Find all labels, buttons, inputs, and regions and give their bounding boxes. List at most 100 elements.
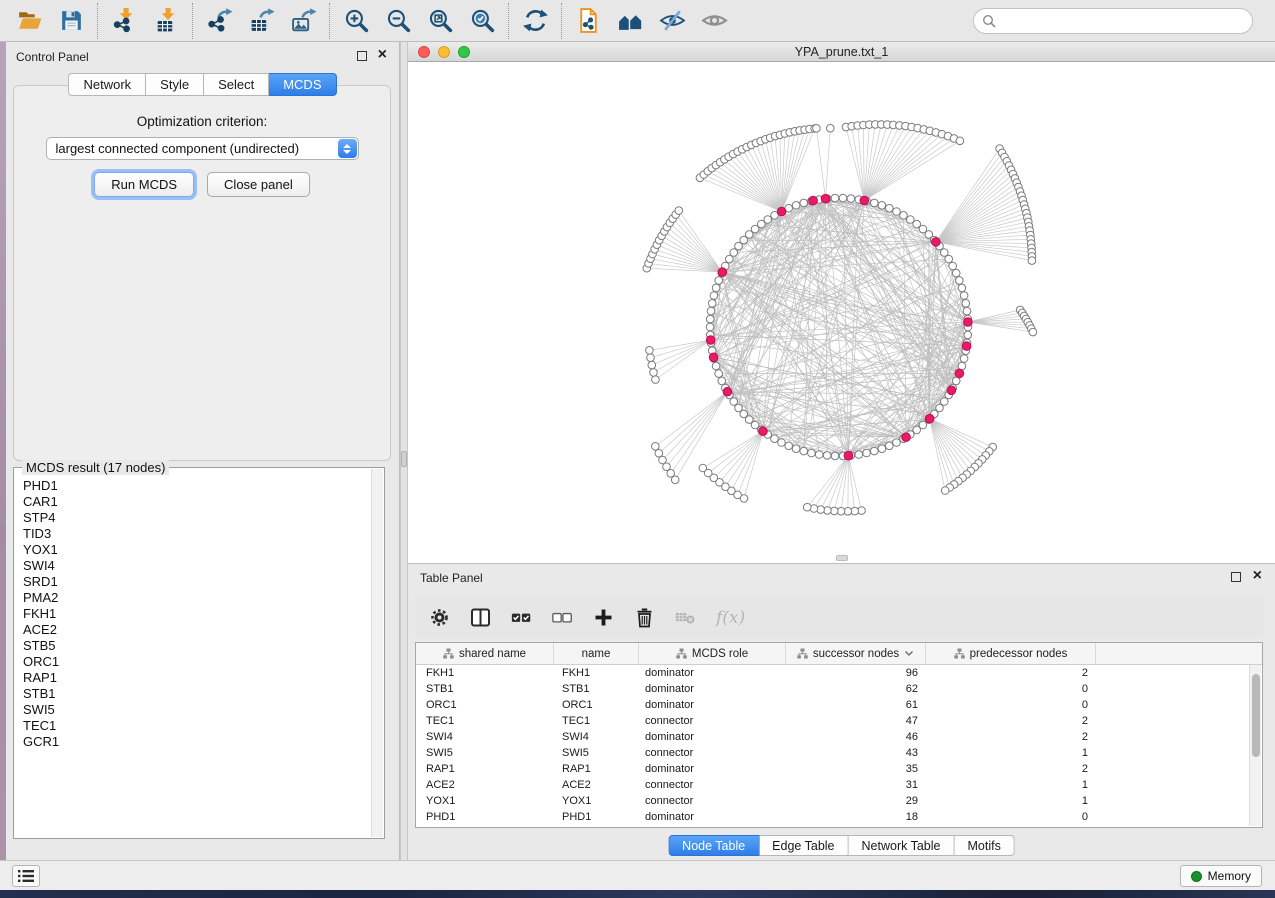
tab-network-table[interactable]: Network Table bbox=[849, 835, 955, 856]
show-all-button[interactable] bbox=[693, 3, 735, 39]
network-canvas[interactable] bbox=[408, 62, 1275, 563]
export-image-button[interactable] bbox=[282, 3, 324, 39]
table-row[interactable]: TEC1TEC1connector472 bbox=[416, 713, 1262, 729]
result-node[interactable]: STB5 bbox=[16, 638, 369, 654]
zoom-fit-button[interactable] bbox=[419, 3, 461, 39]
select-all-rows-button[interactable] bbox=[511, 605, 532, 631]
table-cell: 18 bbox=[786, 809, 926, 825]
column-header-shared-name[interactable]: shared name bbox=[416, 643, 554, 664]
table-scrollbar[interactable] bbox=[1249, 665, 1261, 826]
result-node[interactable]: GCR1 bbox=[16, 734, 369, 750]
close-table-panel-icon[interactable]: × bbox=[1253, 566, 1262, 586]
result-node[interactable]: TID3 bbox=[16, 526, 369, 542]
table-cell: SWI4 bbox=[554, 729, 639, 745]
table-row[interactable]: ACE2ACE2connector311 bbox=[416, 777, 1262, 793]
control-panel-tabs: NetworkStyleSelectMCDS bbox=[6, 73, 399, 96]
new-network-from-file-button[interactable] bbox=[567, 3, 609, 39]
control-panel: Control Panel × NetworkStyleSelectMCDS O… bbox=[6, 42, 400, 860]
delete-column-button[interactable] bbox=[634, 605, 655, 631]
result-node[interactable]: SWI5 bbox=[16, 702, 369, 718]
tab-style[interactable]: Style bbox=[146, 73, 204, 96]
result-node[interactable]: PHD1 bbox=[16, 478, 369, 494]
search-box bbox=[973, 8, 1253, 34]
tab-motifs[interactable]: Motifs bbox=[954, 835, 1014, 856]
table-row[interactable]: FKH1FKH1dominator962 bbox=[416, 665, 1262, 681]
table-row[interactable]: SWI5SWI5connector431 bbox=[416, 745, 1262, 761]
search-input[interactable] bbox=[1002, 14, 1252, 28]
float-table-panel-icon[interactable] bbox=[1231, 572, 1241, 582]
select-stepper-icon bbox=[338, 139, 357, 158]
result-node[interactable]: ACE2 bbox=[16, 622, 369, 638]
criterion-select[interactable]: largest connected component (undirected) bbox=[46, 137, 359, 160]
tab-edge-table[interactable]: Edge Table bbox=[759, 835, 848, 856]
add-column-button[interactable] bbox=[593, 605, 614, 631]
table-row[interactable]: STB1STB1dominator620 bbox=[416, 681, 1262, 697]
table-row[interactable]: RAP1RAP1dominator352 bbox=[416, 761, 1262, 777]
close-panel-button[interactable]: Close panel bbox=[207, 172, 310, 197]
table-settings-button[interactable] bbox=[429, 605, 450, 631]
table-cell: 2 bbox=[926, 665, 1096, 681]
result-node[interactable]: SWI4 bbox=[16, 558, 369, 574]
scrollbar-thumb[interactable] bbox=[1252, 674, 1260, 757]
mcds-panel: Optimization criterion: largest connecte… bbox=[13, 85, 391, 461]
result-node[interactable]: STP4 bbox=[16, 510, 369, 526]
result-scrollbar[interactable] bbox=[371, 469, 383, 837]
table-cell: FKH1 bbox=[416, 665, 554, 681]
table-cell: 2 bbox=[926, 729, 1096, 745]
table-cell: 31 bbox=[786, 777, 926, 793]
table-row[interactable]: SWI4SWI4dominator462 bbox=[416, 729, 1262, 745]
run-mcds-button[interactable]: Run MCDS bbox=[94, 172, 194, 197]
column-header-predecessor-nodes[interactable]: predecessor nodes bbox=[926, 643, 1096, 664]
import-network-button[interactable] bbox=[103, 3, 145, 39]
result-node[interactable]: FKH1 bbox=[16, 606, 369, 622]
column-header-MCDS-role[interactable]: MCDS role bbox=[639, 643, 786, 664]
panel-splitter[interactable] bbox=[400, 42, 408, 860]
table-cell: connector bbox=[639, 713, 786, 729]
deselect-all-rows-button[interactable] bbox=[552, 605, 573, 631]
splitter-grip[interactable] bbox=[401, 451, 407, 467]
horizontal-splitter-grip[interactable] bbox=[836, 555, 848, 561]
export-table-button[interactable] bbox=[240, 3, 282, 39]
zoom-out-button[interactable] bbox=[377, 3, 419, 39]
result-node[interactable]: TEC1 bbox=[16, 718, 369, 734]
refresh-layout-button[interactable] bbox=[514, 3, 556, 39]
toolbar-separator bbox=[192, 3, 193, 39]
save-session-button[interactable] bbox=[50, 3, 92, 39]
zoom-in-button[interactable] bbox=[335, 3, 377, 39]
function-builder-button[interactable]: f(x) bbox=[716, 605, 745, 631]
result-node[interactable]: YOX1 bbox=[16, 542, 369, 558]
close-panel-icon[interactable]: × bbox=[378, 45, 387, 65]
network-title: YPA_prune.txt_1 bbox=[408, 45, 1275, 59]
sort-desc-icon bbox=[904, 650, 914, 657]
memory-button[interactable]: Memory bbox=[1180, 865, 1262, 887]
show-columns-button[interactable] bbox=[470, 605, 491, 631]
hide-selected-button[interactable] bbox=[651, 3, 693, 39]
tab-network[interactable]: Network bbox=[68, 73, 146, 96]
memory-label: Memory bbox=[1208, 869, 1251, 883]
first-neighbors-button[interactable] bbox=[609, 3, 651, 39]
result-node[interactable]: SRD1 bbox=[16, 574, 369, 590]
table-row[interactable]: ORC1ORC1dominator610 bbox=[416, 697, 1262, 713]
result-node[interactable]: PMA2 bbox=[16, 590, 369, 606]
column-label: shared name bbox=[459, 648, 526, 660]
table-cell: ORC1 bbox=[554, 697, 639, 713]
column-type-icon bbox=[797, 648, 808, 659]
tab-node-table[interactable]: Node Table bbox=[668, 835, 759, 856]
column-header-name[interactable]: name bbox=[554, 643, 639, 664]
tab-mcds[interactable]: MCDS bbox=[269, 73, 336, 96]
result-node[interactable]: RAP1 bbox=[16, 670, 369, 686]
column-header-successor-nodes[interactable]: successor nodes bbox=[786, 643, 926, 664]
zoom-selected-button[interactable] bbox=[461, 3, 503, 39]
table-row[interactable]: YOX1YOX1connector291 bbox=[416, 793, 1262, 809]
result-node[interactable]: CAR1 bbox=[16, 494, 369, 510]
tab-select[interactable]: Select bbox=[204, 73, 269, 96]
result-node[interactable]: ORC1 bbox=[16, 654, 369, 670]
import-table-button[interactable] bbox=[145, 3, 187, 39]
float-panel-icon[interactable] bbox=[357, 51, 367, 61]
result-node[interactable]: STB1 bbox=[16, 686, 369, 702]
table-row[interactable]: PHD1PHD1dominator180 bbox=[416, 809, 1262, 825]
task-history-button[interactable] bbox=[12, 865, 40, 887]
export-network-button[interactable] bbox=[198, 3, 240, 39]
clear-table-button[interactable] bbox=[675, 605, 696, 631]
open-file-button[interactable] bbox=[8, 3, 50, 39]
